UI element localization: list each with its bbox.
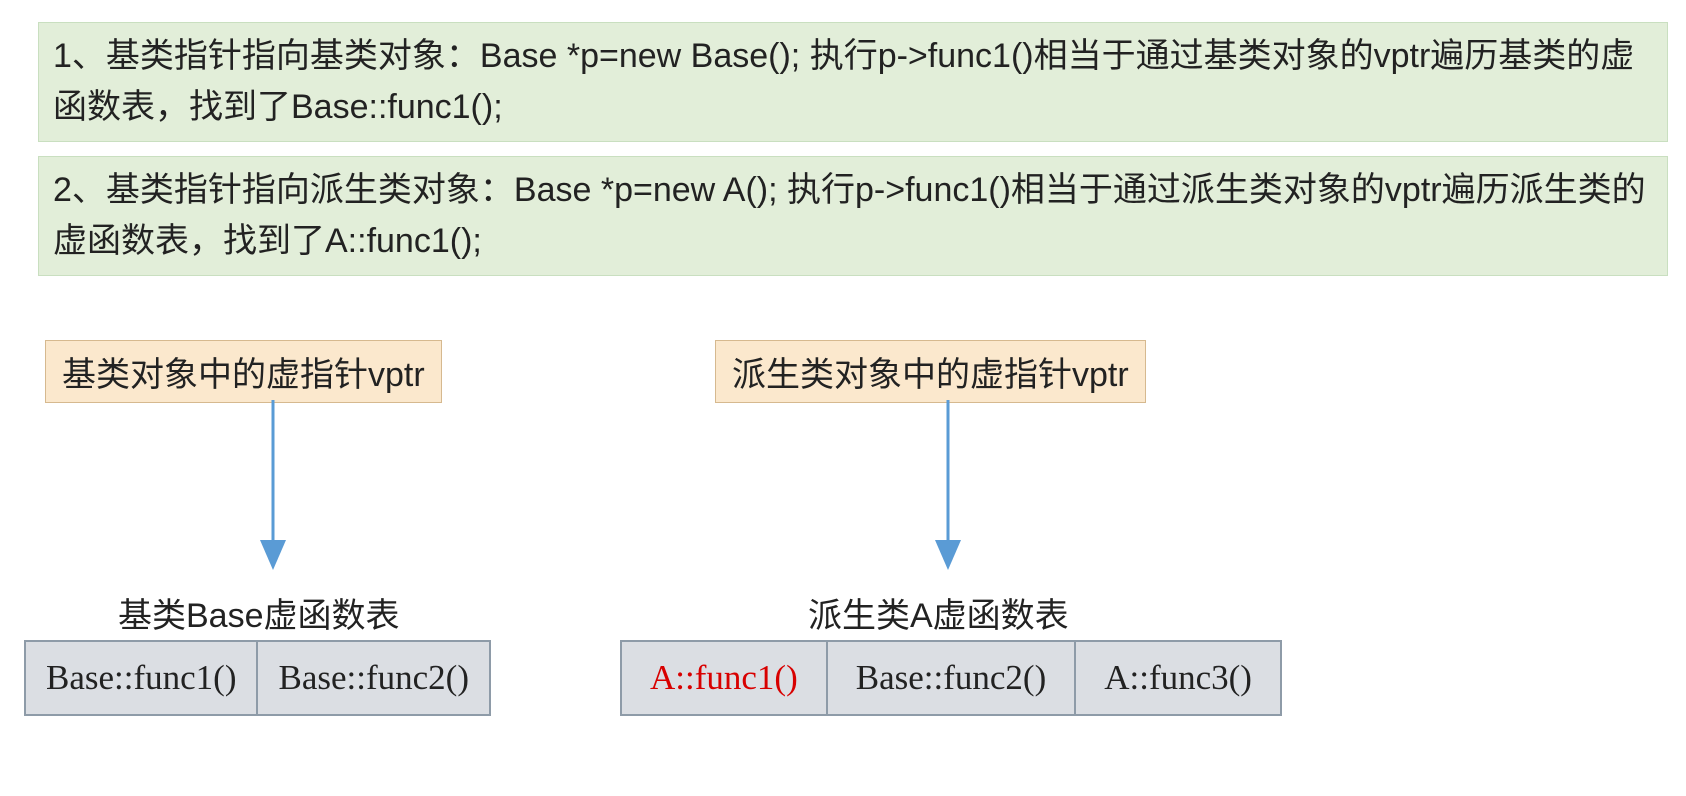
paragraph-2: 2、基类指针指向派生类对象：Base *p=new A(); 执行p->func… (38, 156, 1668, 276)
arrow-line-icon (947, 400, 950, 545)
vtable-cell-highlight: A::func1() (621, 641, 827, 715)
arrow-base (253, 400, 293, 575)
vtable-cell: Base::func1() (25, 641, 257, 715)
vtable-cell: Base::func2() (257, 641, 489, 715)
vtable-derived-title: 派生类A虚函数表 (808, 588, 1069, 637)
vtable-base: Base::func1() Base::func2() (24, 640, 491, 716)
vptr-derived-label: 派生类对象中的虚指针vptr (715, 340, 1146, 403)
vtable-cell: Base::func2() (827, 641, 1075, 715)
arrow-head-icon (935, 540, 961, 570)
arrow-head-icon (260, 540, 286, 570)
vptr-base-label: 基类对象中的虚指针vptr (45, 340, 442, 403)
vtable-base-title: 基类Base虚函数表 (118, 588, 400, 637)
vtable-derived: A::func1() Base::func2() A::func3() (620, 640, 1282, 716)
vtable-cell: A::func3() (1075, 641, 1281, 715)
arrow-line-icon (272, 400, 275, 545)
arrow-derived (928, 400, 968, 575)
paragraph-1: 1、基类指针指向基类对象：Base *p=new Base(); 执行p->fu… (38, 22, 1668, 142)
